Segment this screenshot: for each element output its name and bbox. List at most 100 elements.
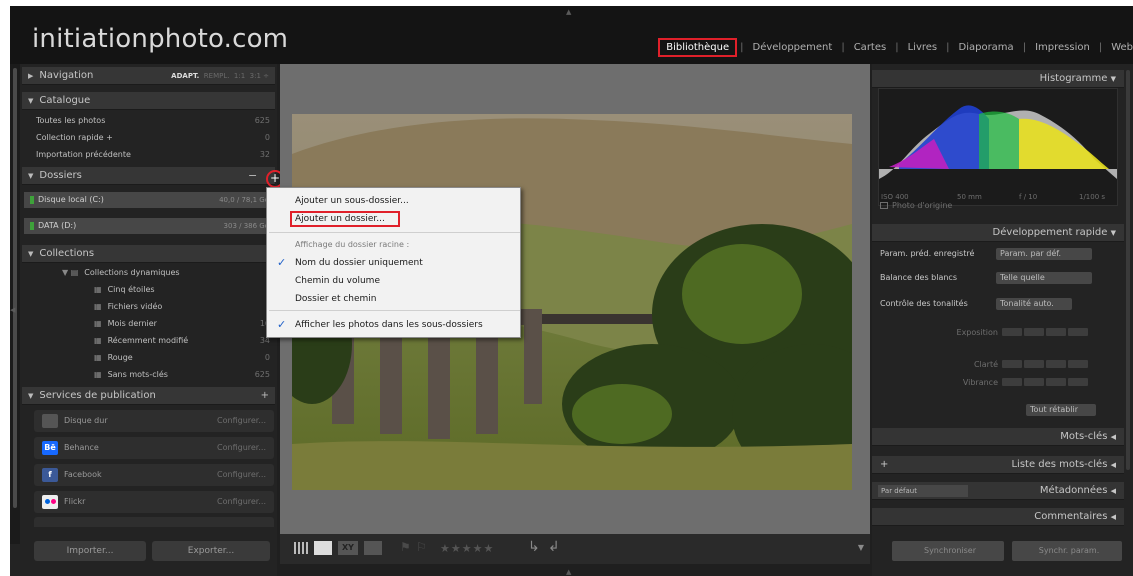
add-keyword-icon[interactable]: + — [880, 456, 888, 474]
sync-settings-button[interactable]: Synchr. param. — [1012, 541, 1122, 561]
rating-stars[interactable]: ★★★★★ — [440, 542, 494, 555]
item-count: 32 — [259, 150, 270, 159]
zoom-1-1[interactable]: 1:1 — [234, 72, 245, 80]
smart-collection-icon: ▦ — [94, 285, 102, 294]
checkbox[interactable] — [880, 202, 888, 209]
loupe-view-icon[interactable] — [314, 541, 332, 555]
item-label: Cinq étoiles — [107, 285, 155, 294]
smart-collection-icon: ▦ — [94, 370, 102, 379]
histogram-panel-header[interactable]: Histogramme ▼ — [872, 70, 1124, 88]
panel-title: Catalogue — [39, 95, 91, 106]
synchronize-button[interactable]: Synchroniser — [892, 541, 1004, 561]
volume-label: Disque local (C:) — [38, 195, 104, 204]
left-panel-scrollbar[interactable] — [10, 64, 20, 544]
top-panel-toggle-icon[interactable]: ▲ — [566, 8, 571, 16]
module-slideshow[interactable]: Diaporama — [953, 42, 1020, 53]
zoom-fit[interactable]: ADAPT. — [171, 72, 199, 80]
white-balance-row: Balance des blancs Telle quelle — [876, 270, 1116, 286]
menu-item-show-subfolder-photos[interactable]: ✓ Afficher les photos dans les sous-dossi… — [267, 316, 520, 334]
add-publish-service-icon[interactable]: + — [261, 387, 269, 405]
export-button[interactable]: Exporter... — [152, 541, 270, 561]
quick-develop-panel-header[interactable]: Développement rapide ▼ — [872, 224, 1124, 242]
reject-flag-icon[interactable]: ⚐ — [416, 540, 427, 554]
collections-panel-header[interactable]: ▼ Collections — [22, 245, 275, 263]
smart-collection-recently-modified[interactable]: ▦ Récemment modifié 34 — [24, 334, 274, 347]
comments-panel-header[interactable]: Commentaires ◀ — [872, 508, 1124, 526]
rotate-right-icon[interactable]: ↲ — [548, 539, 560, 555]
module-separator: | — [740, 42, 744, 53]
collection-set-smart[interactable]: ▼ ▤ Collections dynamiques — [24, 266, 274, 279]
rotate-left-icon[interactable]: ↳ — [528, 539, 540, 555]
folders-panel-header[interactable]: ▼ Dossiers — [22, 167, 275, 185]
toolbar-menu-icon[interactable]: ▼ — [858, 543, 864, 552]
saved-preset-select[interactable]: Param. par déf. — [996, 248, 1092, 260]
grid-view-icon[interactable] — [294, 542, 308, 554]
menu-item-volume-path[interactable]: Chemin du volume — [267, 272, 520, 290]
module-library[interactable]: Bibliothèque — [658, 38, 738, 57]
publish-service-facebook[interactable]: f Facebook Configurer... — [34, 464, 274, 486]
volume-data[interactable]: DATA (D:) 303 / 386 Go — [24, 218, 275, 234]
zoom-fill[interactable]: REMPL. — [204, 72, 230, 80]
keywording-panel-header[interactable]: Mots-clés ◀ — [872, 428, 1124, 446]
smart-collection-red[interactable]: ▦ Rouge 0 — [24, 351, 274, 364]
navigation-panel-header[interactable]: ▶ Navigation ADAPT. REMPL. 1:1 3:1 ÷ — [22, 67, 275, 85]
smart-collection-no-keywords[interactable]: ▦ Sans mots-clés 625 — [24, 368, 274, 381]
configure-link[interactable]: Configurer... — [217, 437, 266, 459]
smart-collection-video[interactable]: ▦ Fichiers vidéo — [24, 300, 274, 313]
publish-service-behance[interactable]: Bē Behance Configurer... — [34, 437, 274, 459]
keyword-list-panel-header[interactable]: + Liste des mots-clés ◀ — [872, 456, 1124, 474]
clarity-stepper[interactable] — [1002, 360, 1090, 370]
menu-item-folder-name-only[interactable]: ✓ Nom du dossier uniquement — [267, 254, 520, 272]
menu-item-add-subfolder[interactable]: Ajouter un sous-dossier... — [267, 192, 520, 210]
module-web[interactable]: Web — [1105, 42, 1133, 53]
menu-item-folder-and-path[interactable]: Dossier et chemin — [267, 290, 520, 308]
item-count: 0 — [264, 133, 270, 142]
survey-view-icon[interactable] — [364, 541, 382, 555]
metadata-preset-select[interactable]: Par défaut — [878, 485, 968, 497]
module-print[interactable]: Impression — [1029, 42, 1096, 53]
vibrance-stepper[interactable] — [1002, 378, 1090, 388]
metadata-panel-header[interactable]: Par défaut Métadonnées ◀ — [872, 482, 1124, 500]
right-panel-scrollbar[interactable] — [1126, 70, 1130, 470]
volume-label: DATA (D:) — [38, 221, 77, 230]
publish-services-panel-header[interactable]: ▼ Services de publication + — [22, 387, 275, 405]
publish-service-flickr[interactable]: Flickr Configurer... — [34, 491, 274, 513]
catalog-item-quick-collection[interactable]: Collection rapide + 0 — [24, 131, 274, 144]
service-label: Behance — [64, 443, 99, 452]
flag-icon[interactable]: ⚑ — [400, 540, 411, 554]
catalog-panel-header[interactable]: ▼ Catalogue — [22, 92, 275, 110]
exposure-stepper[interactable] — [1002, 328, 1090, 338]
reset-all-button[interactable]: Tout rétablir — [1026, 404, 1096, 416]
module-book[interactable]: Livres — [902, 42, 944, 53]
menu-item-add-folder[interactable]: Ajouter un dossier... — [267, 210, 520, 228]
smart-collection-last-month[interactable]: ▦ Mois dernier 16 — [24, 317, 274, 330]
smart-collection-five-stars[interactable]: ▦ Cinq étoiles — [24, 283, 274, 296]
left-panel-toggle-icon[interactable]: ◀ — [10, 306, 15, 314]
configure-link[interactable]: Configurer... — [217, 464, 266, 486]
expand-triangle-icon: ◀ — [1110, 513, 1116, 521]
configure-link[interactable]: Configurer... — [217, 491, 266, 513]
compare-view-icon[interactable]: XY — [338, 541, 358, 555]
volume-local-disk[interactable]: Disque local (C:) 40,0 / 78,1 Go — [24, 192, 275, 208]
collapse-triangle-icon: ▼ — [1110, 75, 1116, 83]
volume-status-icon — [30, 195, 34, 204]
panel-title: Liste des mots-clés — [1011, 459, 1108, 470]
module-develop[interactable]: Développement — [747, 42, 839, 53]
catalog-item-previous-import[interactable]: Importation précédente 32 — [24, 148, 274, 161]
module-map[interactable]: Cartes — [848, 42, 893, 53]
publish-service-hard-drive[interactable]: Disque dur Configurer... — [34, 410, 274, 432]
zoom-3-1[interactable]: 3:1 ÷ — [250, 72, 269, 80]
white-balance-select[interactable]: Telle quelle — [996, 272, 1092, 284]
scrollbar-thumb[interactable] — [13, 68, 17, 508]
row-label: Contrôle des tonalités — [880, 299, 968, 308]
import-button[interactable]: Importer... — [34, 541, 146, 561]
remove-folder-button[interactable]: − — [248, 169, 257, 182]
behance-icon: Bē — [42, 440, 58, 455]
catalog-item-all-photos[interactable]: Toutes les photos 625 — [24, 114, 274, 127]
item-count: 0 — [264, 353, 270, 362]
auto-tone-button[interactable]: Tonalité auto. — [996, 298, 1072, 310]
original-photo-toggle[interactable]: Photo d'origine — [880, 201, 952, 210]
bottom-panel-toggle-icon[interactable]: ▲ — [566, 568, 571, 576]
item-label: Collection rapide + — [36, 133, 113, 142]
configure-link[interactable]: Configurer... — [217, 410, 266, 432]
